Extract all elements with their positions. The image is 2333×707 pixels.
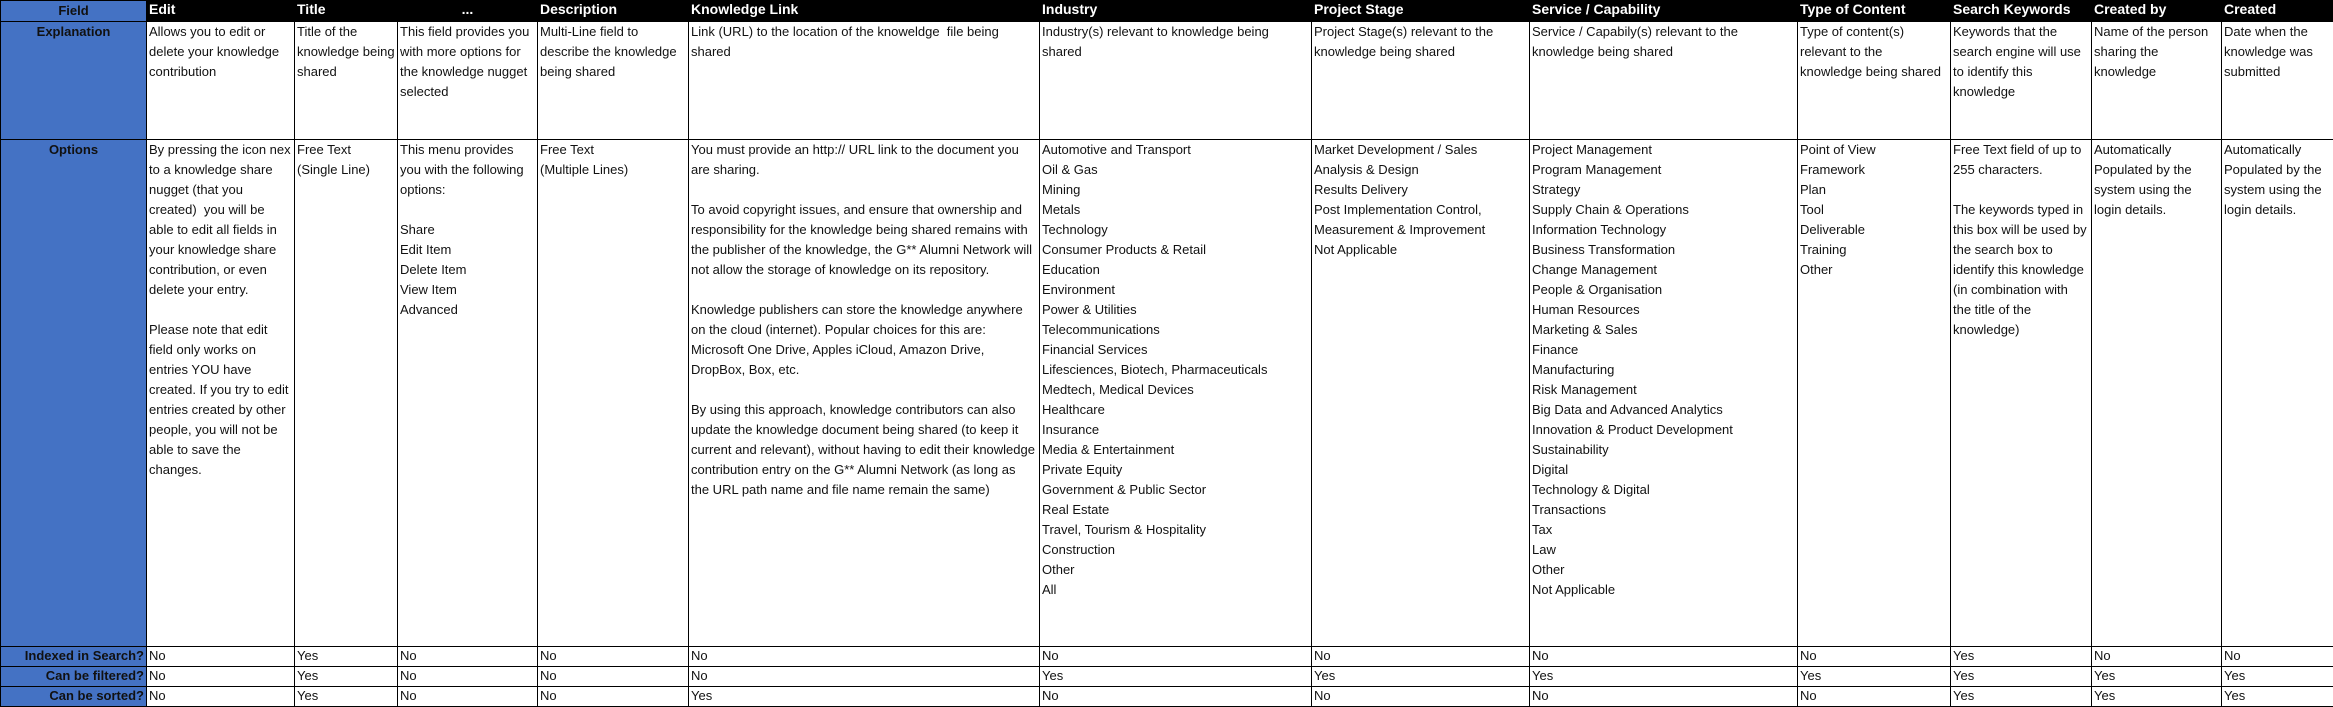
description-sorted-cell[interactable]: No (538, 687, 689, 707)
column-header-more-options[interactable]: ... (398, 1, 538, 22)
created-by-indexed-cell[interactable]: No (2092, 647, 2222, 667)
column-header-service-capability[interactable]: Service / Capability (1530, 1, 1798, 22)
description-filtered-cell[interactable]: No (538, 667, 689, 687)
service-capability-options-cell[interactable]: Project Management Program Management St… (1530, 140, 1798, 647)
service-capability-explanation-cell[interactable]: Service / Capabily(s) relevant to the kn… (1530, 22, 1798, 140)
type-of-content-sorted-cell[interactable]: No (1798, 687, 1951, 707)
row-label-options[interactable]: Options (1, 140, 147, 647)
column-header-type-of-content[interactable]: Type of Content (1798, 1, 1951, 22)
sorted-row: Can be sorted? NoYesNoNoYesNoNoNoNoYesYe… (1, 687, 2333, 707)
title-explanation-cell[interactable]: Title of the knowledge being shared (295, 22, 398, 140)
edit-options-cell[interactable]: By pressing the icon nex to a knowledge … (147, 140, 295, 647)
project-stage-explanation-cell[interactable]: Project Stage(s) relevant to the knowled… (1312, 22, 1530, 140)
row-label-field[interactable]: Field (1, 1, 147, 22)
service-capability-filtered-cell[interactable]: Yes (1530, 667, 1798, 687)
created-by-sorted-cell[interactable]: Yes (2092, 687, 2222, 707)
more-options-explanation-cell[interactable]: This field provides you with more option… (398, 22, 538, 140)
row-label-filtered[interactable]: Can be filtered? (1, 667, 147, 687)
project-stage-filtered-cell[interactable]: Yes (1312, 667, 1530, 687)
created-indexed-cell[interactable]: No (2222, 647, 2333, 667)
search-keywords-indexed-cell[interactable]: Yes (1951, 647, 2092, 667)
search-keywords-options-cell[interactable]: Free Text field of up to 255 characters.… (1951, 140, 2092, 647)
service-capability-sorted-cell[interactable]: No (1530, 687, 1798, 707)
description-options-cell[interactable]: Free Text (Multiple Lines) (538, 140, 689, 647)
industry-options-cell[interactable]: Automotive and Transport Oil & Gas Minin… (1040, 140, 1312, 647)
search-keywords-explanation-cell[interactable]: Keywords that the search engine will use… (1951, 22, 2092, 140)
column-header-created[interactable]: Created (2222, 1, 2333, 22)
title-indexed-cell[interactable]: Yes (295, 647, 398, 667)
project-stage-sorted-cell[interactable]: No (1312, 687, 1530, 707)
industry-explanation-cell[interactable]: Industry(s) relevant to knowledge being … (1040, 22, 1312, 140)
field-definitions-sheet: Field EditTitle...DescriptionKnowledge L… (0, 0, 2333, 707)
header-row: Field EditTitle...DescriptionKnowledge L… (1, 1, 2333, 22)
knowledge-link-explanation-cell[interactable]: Link (URL) to the location of the knowel… (689, 22, 1040, 140)
created-explanation-cell[interactable]: Date when the knowledge was submitted (2222, 22, 2333, 140)
column-header-created-by[interactable]: Created by (2092, 1, 2222, 22)
created-sorted-cell[interactable]: Yes (2222, 687, 2333, 707)
column-header-description[interactable]: Description (538, 1, 689, 22)
edit-indexed-cell[interactable]: No (147, 647, 295, 667)
type-of-content-filtered-cell[interactable]: Yes (1798, 667, 1951, 687)
type-of-content-explanation-cell[interactable]: Type of content(s) relevant to the knowl… (1798, 22, 1951, 140)
more-options-sorted-cell[interactable]: No (398, 687, 538, 707)
created-options-cell[interactable]: Automatically Populated by the system us… (2222, 140, 2333, 647)
industry-indexed-cell[interactable]: No (1040, 647, 1312, 667)
indexed-row: Indexed in Search? NoYesNoNoNoNoNoNoNoYe… (1, 647, 2333, 667)
title-sorted-cell[interactable]: Yes (295, 687, 398, 707)
industry-filtered-cell[interactable]: Yes (1040, 667, 1312, 687)
edit-sorted-cell[interactable]: No (147, 687, 295, 707)
more-options-indexed-cell[interactable]: No (398, 647, 538, 667)
knowledge-link-filtered-cell[interactable]: No (689, 667, 1040, 687)
industry-sorted-cell[interactable]: No (1040, 687, 1312, 707)
column-header-edit[interactable]: Edit (147, 1, 295, 22)
description-indexed-cell[interactable]: No (538, 647, 689, 667)
title-options-cell[interactable]: Free Text (Single Line) (295, 140, 398, 647)
column-header-project-stage[interactable]: Project Stage (1312, 1, 1530, 22)
type-of-content-indexed-cell[interactable]: No (1798, 647, 1951, 667)
search-keywords-sorted-cell[interactable]: Yes (1951, 687, 2092, 707)
created-filtered-cell[interactable]: Yes (2222, 667, 2333, 687)
created-by-filtered-cell[interactable]: Yes (2092, 667, 2222, 687)
options-row: Options By pressing the icon nex to a kn… (1, 140, 2333, 647)
description-explanation-cell[interactable]: Multi-Line field to describe the knowled… (538, 22, 689, 140)
type-of-content-options-cell[interactable]: Point of View Framework Plan Tool Delive… (1798, 140, 1951, 647)
more-options-filtered-cell[interactable]: No (398, 667, 538, 687)
column-header-industry[interactable]: Industry (1040, 1, 1312, 22)
column-header-title[interactable]: Title (295, 1, 398, 22)
search-keywords-filtered-cell[interactable]: Yes (1951, 667, 2092, 687)
row-label-indexed[interactable]: Indexed in Search? (1, 647, 147, 667)
row-label-explanation[interactable]: Explanation (1, 22, 147, 140)
project-stage-options-cell[interactable]: Market Development / Sales Analysis & De… (1312, 140, 1530, 647)
created-by-explanation-cell[interactable]: Name of the person sharing the knowledge (2092, 22, 2222, 140)
column-header-search-keywords[interactable]: Search Keywords (1951, 1, 2092, 22)
edit-explanation-cell[interactable]: Allows you to edit or delete your knowle… (147, 22, 295, 140)
knowledge-link-indexed-cell[interactable]: No (689, 647, 1040, 667)
knowledge-link-options-cell[interactable]: You must provide an http:// URL link to … (689, 140, 1040, 647)
edit-filtered-cell[interactable]: No (147, 667, 295, 687)
more-options-options-cell[interactable]: This menu provides you with the followin… (398, 140, 538, 647)
explanation-row: Explanation Allows you to edit or delete… (1, 22, 2333, 140)
service-capability-indexed-cell[interactable]: No (1530, 647, 1798, 667)
column-header-knowledge-link[interactable]: Knowledge Link (689, 1, 1040, 22)
filtered-row: Can be filtered? NoYesNoNoNoYesYesYesYes… (1, 667, 2333, 687)
created-by-options-cell[interactable]: Automatically Populated by the system us… (2092, 140, 2222, 647)
row-label-sorted[interactable]: Can be sorted? (1, 687, 147, 707)
knowledge-link-sorted-cell[interactable]: Yes (689, 687, 1040, 707)
project-stage-indexed-cell[interactable]: No (1312, 647, 1530, 667)
title-filtered-cell[interactable]: Yes (295, 667, 398, 687)
